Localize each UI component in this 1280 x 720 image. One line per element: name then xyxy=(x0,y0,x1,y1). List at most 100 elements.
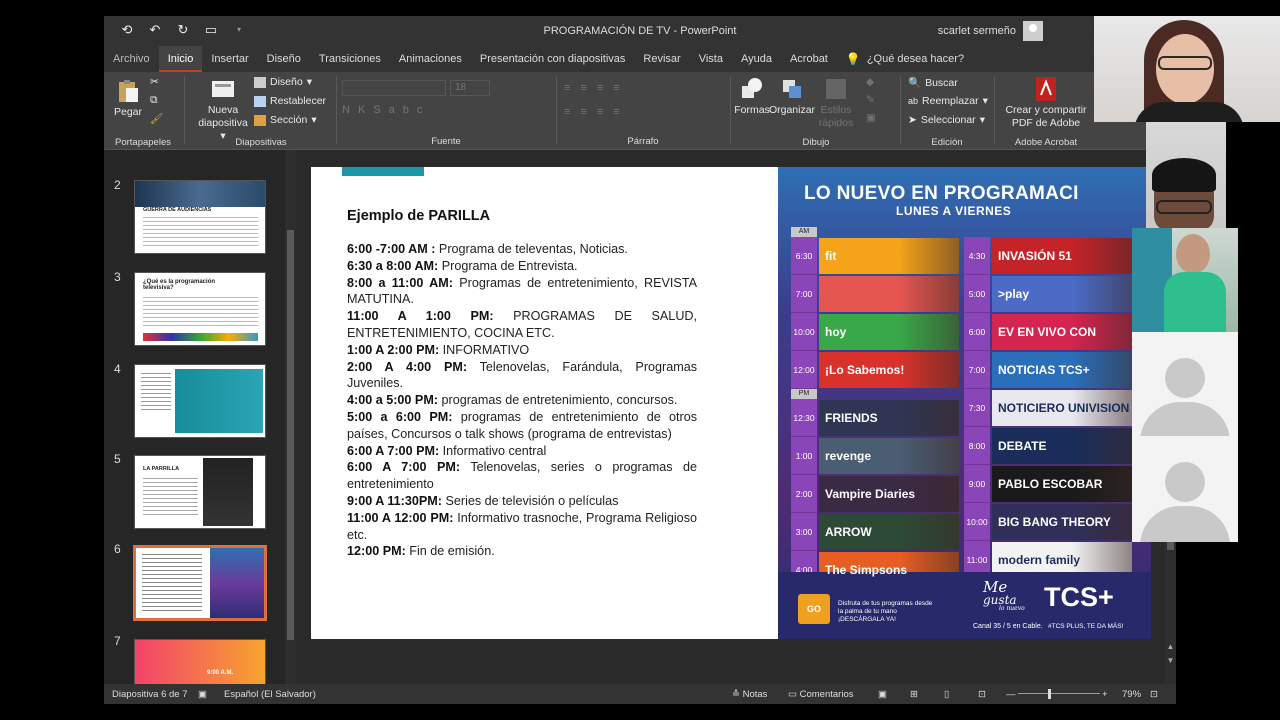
copy-button[interactable]: ⧉ xyxy=(150,94,158,107)
tab-acrobat[interactable]: Acrobat xyxy=(781,46,837,72)
slide-thumbnail-6[interactable] xyxy=(133,545,267,621)
new-slide-button[interactable]: Nueva diapositiva ▾ xyxy=(196,76,250,143)
schedule-slot: 3:00 ARROW xyxy=(791,513,959,551)
slide-thumbnail-5[interactable]: LA PARRILLA xyxy=(134,455,266,529)
slide-canvas[interactable]: Ejemplo de PARILLA 6:00 -7:00 AM : Progr… xyxy=(311,167,1151,639)
tell-me-box[interactable]: 💡 ¿Qué desea hacer? xyxy=(837,46,973,72)
zoom-in-icon[interactable]: + xyxy=(1102,689,1108,700)
tab-presentacion[interactable]: Presentación con diapositivas xyxy=(471,46,635,72)
tab-revisar[interactable]: Revisar xyxy=(634,46,689,72)
prev-slide-icon[interactable]: ▲ xyxy=(1166,642,1175,651)
align-buttons[interactable]: ≡≡≡≡ xyxy=(564,106,630,118)
schedule-text[interactable]: 6:00 -7:00 AM : Programa de televentas, … xyxy=(347,241,697,560)
slide-sorter-icon[interactable]: ⊞ xyxy=(910,689,918,700)
shape-fill-button[interactable]: ◆ xyxy=(866,76,874,88)
scrollbar-thumb[interactable] xyxy=(287,230,294,640)
schedule-line: 6:00 A 7:00 PM: Informativo central xyxy=(347,443,697,460)
next-slide-icon[interactable]: ▼ xyxy=(1166,656,1175,665)
shape-outline-button[interactable]: ✎ xyxy=(866,94,875,106)
video-tile-participant-4 xyxy=(1132,332,1238,436)
format-painter-button[interactable]: 🖌 xyxy=(150,112,163,125)
user-name[interactable]: scarlet sermeño xyxy=(938,25,1016,37)
program-name: BIG BANG THEORY xyxy=(998,515,1111,529)
arrange-button[interactable]: Organizar xyxy=(768,76,816,117)
schedule-time: 6:30 a 8:00 AM: xyxy=(347,258,439,273)
tab-inicio[interactable]: Inicio xyxy=(158,46,203,72)
thumbnails-scrollbar[interactable] xyxy=(285,150,296,684)
tv-schedule-poster[interactable]: LO NUEVO EN PROGRAMACI LUNES A VIERNES A… xyxy=(778,167,1151,639)
tab-transiciones[interactable]: Transiciones xyxy=(310,46,390,72)
tab-vista[interactable]: Vista xyxy=(690,46,732,72)
thumb-number: 2 xyxy=(114,178,121,192)
cut-button[interactable]: ✂ xyxy=(150,76,159,88)
slide-thumbnail-3[interactable]: ¿Qué es la programación televisiva? xyxy=(134,272,266,346)
slot-program: Vampire Diaries xyxy=(819,476,959,512)
slide-info: Diapositiva 6 de 7 xyxy=(112,689,188,700)
tab-animaciones[interactable]: Animaciones xyxy=(390,46,471,72)
zoom-slider[interactable] xyxy=(1018,693,1100,694)
shoulders xyxy=(1134,102,1244,122)
cursor-icon: ➤ xyxy=(908,114,917,126)
left-rows: 6:30 fit 7:00 10:00 hoy 12:00 ¡Lo Sabemos! PM 12… xyxy=(791,237,959,589)
schedule-slot: 9:00 PABLO ESCOBAR xyxy=(964,465,1132,503)
slide-title[interactable]: Ejemplo de PARILLA xyxy=(347,208,490,224)
ribbon: Pegar ✂ ⧉ 🖌 Portapapeles Nueva diapositi… xyxy=(104,72,1176,150)
font-format-buttons[interactable]: NKSabc xyxy=(342,104,430,116)
normal-view-icon[interactable]: ▣ xyxy=(878,689,887,700)
hair xyxy=(1152,158,1216,192)
reset-icon xyxy=(254,95,266,107)
zoom-out-icon[interactable]: — xyxy=(1006,689,1016,700)
find-button[interactable]: 🔍 Buscar xyxy=(908,76,958,90)
section-button[interactable]: Sección ▾ xyxy=(254,114,317,126)
zoom-level[interactable]: 79% xyxy=(1122,689,1141,700)
list-buttons[interactable]: ≡≡≡≡ xyxy=(564,82,630,94)
fit-to-window-icon[interactable]: ⊡ xyxy=(1150,689,1158,700)
create-pdf-button[interactable]: Crear y compartir PDF de Adobe xyxy=(996,76,1096,130)
slot-program: ¡Lo Sabemos! xyxy=(819,352,959,388)
notes-button[interactable]: ≙ Notas xyxy=(732,689,767,700)
zoom-slider-thumb[interactable] xyxy=(1048,689,1051,699)
layout-button[interactable]: Diseño ▾ xyxy=(254,76,312,88)
program-name: >play xyxy=(998,287,1030,301)
fill-icon: ◆ xyxy=(866,76,875,88)
reading-view-icon[interactable]: ▯ xyxy=(944,689,949,700)
replace-label: Reemplazar xyxy=(922,95,979,107)
tab-archivo[interactable]: Archivo xyxy=(104,46,159,72)
paste-button[interactable]: Pegar xyxy=(112,78,144,119)
user-avatar[interactable] xyxy=(1023,21,1043,41)
shape-effects-button[interactable]: ▣ xyxy=(866,112,876,124)
shapes-button[interactable]: Formas xyxy=(734,76,770,117)
quick-styles-button[interactable]: Estilos rápidos xyxy=(816,76,856,130)
pm-marker: PM xyxy=(791,389,817,399)
comments-button[interactable]: ▭ Comentarios xyxy=(788,689,853,700)
schedule-time: 6:00 -7:00 AM : xyxy=(347,242,436,256)
notes-label: Notas xyxy=(742,689,768,700)
slide-thumbnail-2[interactable]: GUERRA DE AUDIENCIAS xyxy=(134,180,266,254)
slot-time: 6:00 xyxy=(964,313,990,351)
program-name: PABLO ESCOBAR xyxy=(998,477,1103,491)
thumb-title: GUERRA DE AUDIENCIAS xyxy=(143,207,212,213)
schedule-slot: 7:00 NOTICIAS TCS+ xyxy=(964,351,1132,389)
lightbulb-icon: 💡 xyxy=(845,52,861,66)
section-label: Sección xyxy=(270,114,308,126)
schedule-time: 9:00 A 11:30PM: xyxy=(347,493,442,508)
separator xyxy=(184,76,185,144)
slide-thumbnail-4[interactable] xyxy=(134,364,266,438)
font-size-box[interactable]: 18 xyxy=(450,80,490,96)
slideshow-icon[interactable]: ⊡ xyxy=(978,689,986,700)
schedule-line: 5:00 a 6:00 PM: programas de entretenimi… xyxy=(347,409,697,443)
font-name-box[interactable] xyxy=(342,80,446,96)
spelling-icon[interactable]: ▣ xyxy=(198,689,207,700)
tab-ayuda[interactable]: Ayuda xyxy=(732,46,781,72)
language-indicator[interactable]: Español (El Salvador) xyxy=(224,689,316,700)
schedule-slot: 1:00 revenge xyxy=(791,437,959,475)
tab-diseno[interactable]: Diseño xyxy=(258,46,310,72)
select-button[interactable]: ➤ Seleccionar ▾ xyxy=(908,114,985,126)
tab-insertar[interactable]: Insertar xyxy=(202,46,257,72)
slide-thumbnail-7[interactable]: 9:00 A.M. xyxy=(134,639,266,684)
scissors-icon: ✂ xyxy=(150,76,159,88)
schedule-line: 6:00 A 7:00 PM: Telenovelas, series o pr… xyxy=(347,459,697,493)
reset-button[interactable]: Restablecer xyxy=(254,95,326,107)
replace-button[interactable]: ab Reemplazar ▾ xyxy=(908,95,988,107)
poster-title: LO NUEVO EN PROGRAMACI xyxy=(804,183,1079,204)
